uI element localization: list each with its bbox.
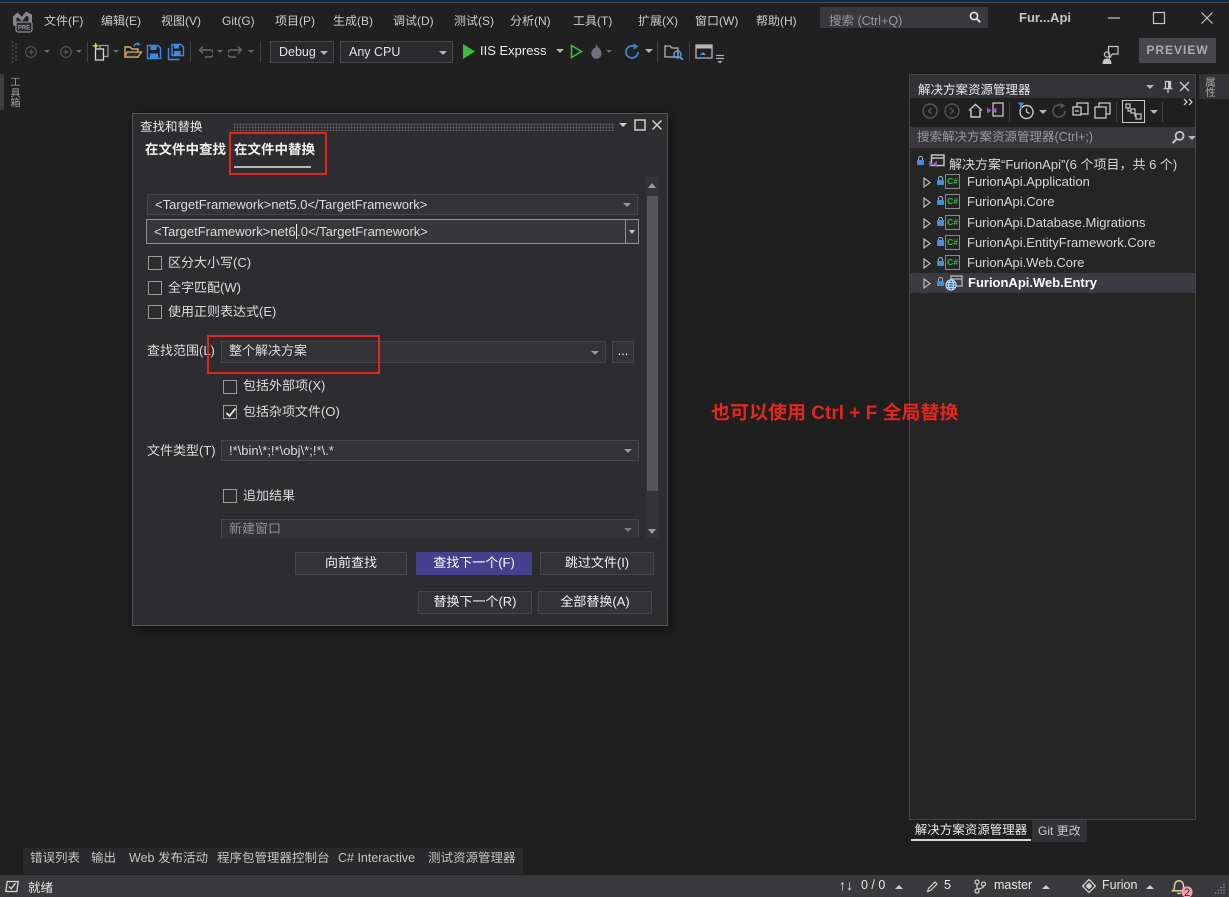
svg-text:2: 2	[1184, 887, 1190, 897]
svg-text:PRE: PRE	[18, 26, 30, 32]
